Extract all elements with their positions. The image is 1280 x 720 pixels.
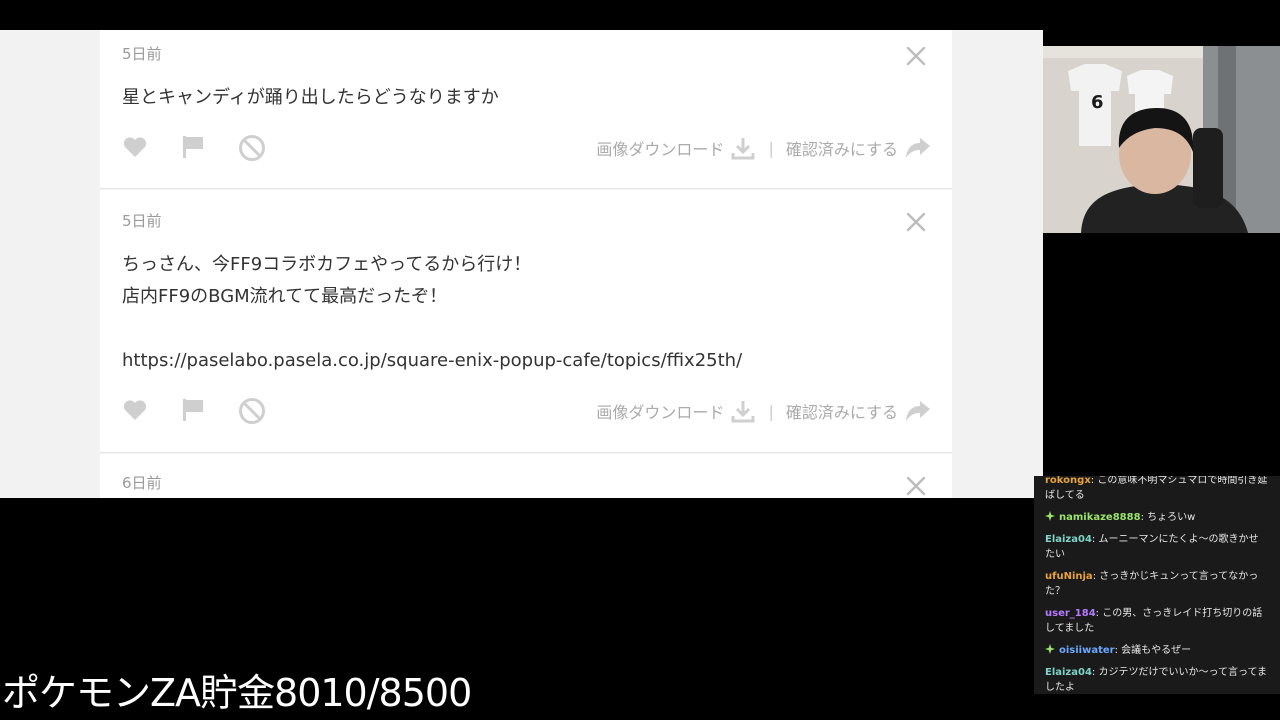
message-url[interactable]: https://paselabo.pasela.co.jp/square-eni… bbox=[122, 345, 742, 377]
chat-panel: rokongx: この意味不明マシュマロで時間引き延ばしてる namikaze8… bbox=[1034, 476, 1280, 694]
message-text: ちっさん、今FF9コラボカフェやってるから行け！ 店内FF9のBGM流れてて最高… bbox=[122, 249, 742, 377]
chat-username[interactable]: Elaiza04 bbox=[1045, 534, 1092, 545]
svg-text:6: 6 bbox=[1091, 92, 1104, 113]
share-arrow-icon[interactable] bbox=[904, 399, 932, 423]
download-image-link[interactable]: 画像ダウンロード bbox=[596, 136, 724, 160]
message-actions bbox=[122, 397, 282, 425]
block-icon[interactable] bbox=[238, 397, 266, 429]
chat-message: ufuNinja: さっきかじキュンって言ってなかった？ bbox=[1034, 569, 1280, 599]
close-icon[interactable] bbox=[906, 46, 926, 66]
heart-icon[interactable] bbox=[122, 134, 148, 164]
message-date: 6日前 bbox=[122, 474, 162, 492]
download-image-link[interactable]: 画像ダウンロード bbox=[596, 399, 724, 423]
chat-text: 会議もやるぜー bbox=[1121, 645, 1192, 656]
flag-icon[interactable] bbox=[180, 397, 206, 427]
chat-message: Elaiza04: カジテツだけでいいか〜って言ってましたよ bbox=[1034, 665, 1280, 694]
message-line: 店内FF9のBGM流れてて最高だったぞ！ bbox=[122, 286, 448, 307]
message-actions bbox=[122, 134, 282, 162]
download-icon[interactable] bbox=[730, 135, 756, 161]
chat-username[interactable]: ufuNinja bbox=[1045, 571, 1093, 582]
flag-icon[interactable] bbox=[180, 134, 206, 164]
sparkle-badge-icon bbox=[1045, 511, 1055, 521]
mark-confirmed-link[interactable]: 確認済みにする bbox=[786, 136, 898, 160]
savings-counter-overlay: ポケモンZA貯金8010/8500 bbox=[2, 671, 472, 715]
message-line: ちっさん、今FF9コラボカフェやってるから行け！ bbox=[122, 254, 532, 275]
webcam-image: 6 bbox=[1043, 46, 1280, 233]
chat-text: ちょろいw bbox=[1147, 512, 1196, 523]
chat-message: namikaze8888: ちょろいw bbox=[1034, 510, 1280, 525]
chat-message: Elaiza04: ムーニーマンにたくよ〜の歌きかせたい bbox=[1034, 532, 1280, 562]
message-text: 星とキャンディが踊り出したらどうなりますか bbox=[122, 82, 499, 114]
message-actions-right: 画像ダウンロード | 確認済みにする bbox=[596, 134, 932, 162]
mark-confirmed-link[interactable]: 確認済みにする bbox=[786, 399, 898, 423]
chat-username[interactable]: user_184 bbox=[1045, 608, 1096, 619]
webcam-feed: 6 bbox=[1043, 46, 1280, 233]
message-date: 5日前 bbox=[122, 212, 162, 230]
chat-username[interactable]: rokongx bbox=[1045, 476, 1091, 486]
close-icon[interactable] bbox=[906, 476, 926, 496]
chat-message: oisiiwater: 会議もやるぜー bbox=[1034, 643, 1280, 658]
sparkle-badge-icon bbox=[1045, 644, 1055, 654]
chat-message: rokongx: この意味不明マシュマロで時間引き延ばしてる bbox=[1034, 476, 1280, 503]
message-card: 6日前 bbox=[100, 454, 952, 498]
download-icon[interactable] bbox=[730, 398, 756, 424]
heart-icon[interactable] bbox=[122, 397, 148, 427]
close-icon[interactable] bbox=[906, 212, 926, 232]
message-card: 5日前 星とキャンディが踊り出したらどうなりますか 画像ダウンロード | 確認済… bbox=[100, 30, 952, 189]
message-line: 星とキャンディが踊り出したらどうなりますか bbox=[122, 87, 499, 108]
message-card: 5日前 ちっさん、今FF9コラボカフェやってるから行け！ 店内FF9のBGM流れ… bbox=[100, 190, 952, 453]
separator: | bbox=[768, 401, 774, 421]
chat-message: user_184: この男、さっきレイド打ち切りの話してました bbox=[1034, 606, 1280, 636]
chat-username[interactable]: namikaze8888 bbox=[1059, 512, 1141, 523]
chat-username[interactable]: Elaiza04 bbox=[1045, 667, 1092, 678]
chat-username[interactable]: oisiiwater bbox=[1059, 645, 1115, 656]
message-line-blank bbox=[122, 313, 742, 345]
message-actions-right: 画像ダウンロード | 確認済みにする bbox=[596, 397, 932, 425]
message-date: 5日前 bbox=[122, 45, 162, 63]
block-icon[interactable] bbox=[238, 134, 266, 166]
browser-content: 5日前 星とキャンディが踊り出したらどうなりますか 画像ダウンロード | 確認済… bbox=[0, 30, 1043, 498]
share-arrow-icon[interactable] bbox=[904, 136, 932, 160]
separator: | bbox=[768, 138, 774, 158]
